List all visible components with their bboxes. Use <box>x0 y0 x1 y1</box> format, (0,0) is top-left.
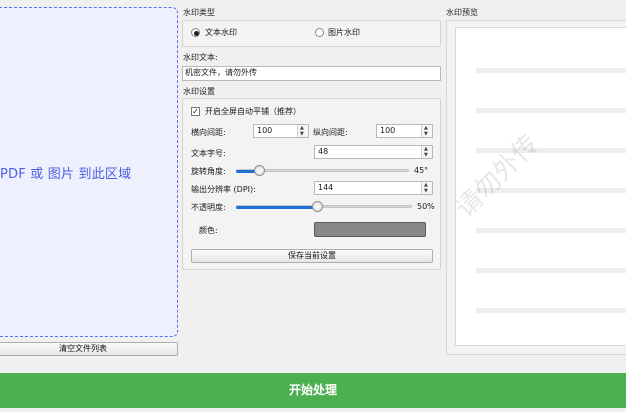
spin-arrows[interactable]: ▲ ▼ <box>421 182 432 194</box>
watermark-text-title: 水印文本: <box>183 53 218 62</box>
dpi-spinbox[interactable]: 144 ▲ ▼ <box>314 181 433 195</box>
rotation-value: 45° <box>414 166 429 175</box>
watermark-text-input[interactable]: 机密文件，请勿外传 <box>182 66 441 81</box>
preview-title: 水印预览 <box>446 8 478 17</box>
image-watermark-label[interactable]: 图片水印 <box>328 27 360 38</box>
preview-text-line <box>476 308 626 313</box>
dpi-label: 输出分辨率 (DPI): <box>191 185 256 194</box>
rotation-slider-handle[interactable] <box>254 165 265 176</box>
spin-arrows[interactable]: ▲ ▼ <box>421 125 432 137</box>
watermark-type-title: 水印类型 <box>183 8 215 17</box>
image-watermark-radio[interactable] <box>315 28 324 37</box>
preview-text-line <box>476 68 626 73</box>
text-watermark-radio[interactable] <box>191 28 200 37</box>
drop-hint-text: PDF 或 图片 到此区域 <box>0 167 132 182</box>
font-size-value: 48 <box>318 147 329 156</box>
tile-checkbox[interactable]: ✓ <box>191 107 200 116</box>
v-spacing-value: 100 <box>380 126 396 135</box>
h-spacing-spinbox[interactable]: 100 ▲ ▼ <box>253 124 309 138</box>
v-spacing-label: 纵向间距: <box>313 128 348 137</box>
preview-text-line <box>476 268 626 273</box>
spin-arrows[interactable]: ▲ ▼ <box>297 125 308 137</box>
dpi-value: 144 <box>318 183 334 192</box>
rotation-label: 旋转角度: <box>191 167 226 176</box>
v-spacing-spinbox[interactable]: 100 ▲ ▼ <box>376 124 433 138</box>
font-size-spinbox[interactable]: 48 ▲ ▼ <box>314 145 433 159</box>
opacity-slider-handle[interactable] <box>312 201 323 212</box>
color-label: 颜色: <box>199 226 218 235</box>
spin-arrows[interactable]: ▲ ▼ <box>421 146 432 158</box>
opacity-label: 不透明度: <box>191 203 226 212</box>
preview-watermark-text: 请勿外传 <box>455 128 546 224</box>
h-spacing-value: 100 <box>257 126 273 135</box>
opacity-value: 50% <box>417 202 435 211</box>
color-picker-button[interactable] <box>314 222 426 237</box>
clear-file-list-button[interactable]: 清空文件列表 <box>0 342 178 356</box>
text-watermark-label[interactable]: 文本水印 <box>205 27 237 38</box>
font-size-label: 文本字号: <box>191 149 226 158</box>
start-processing-button[interactable]: 开始处理 <box>0 373 626 408</box>
preview-text-line <box>476 228 626 233</box>
preview-page: 请勿外传 <box>455 27 626 346</box>
opacity-slider-fill <box>236 206 317 209</box>
preview-text-line <box>476 108 626 113</box>
h-spacing-label: 横向间距: <box>191 128 226 137</box>
save-settings-button[interactable]: 保存当前设置 <box>191 249 433 263</box>
watermark-settings-title: 水印设置 <box>183 87 215 96</box>
tile-checkbox-label[interactable]: 开启全屏自动平铺（推荐） <box>205 106 301 117</box>
